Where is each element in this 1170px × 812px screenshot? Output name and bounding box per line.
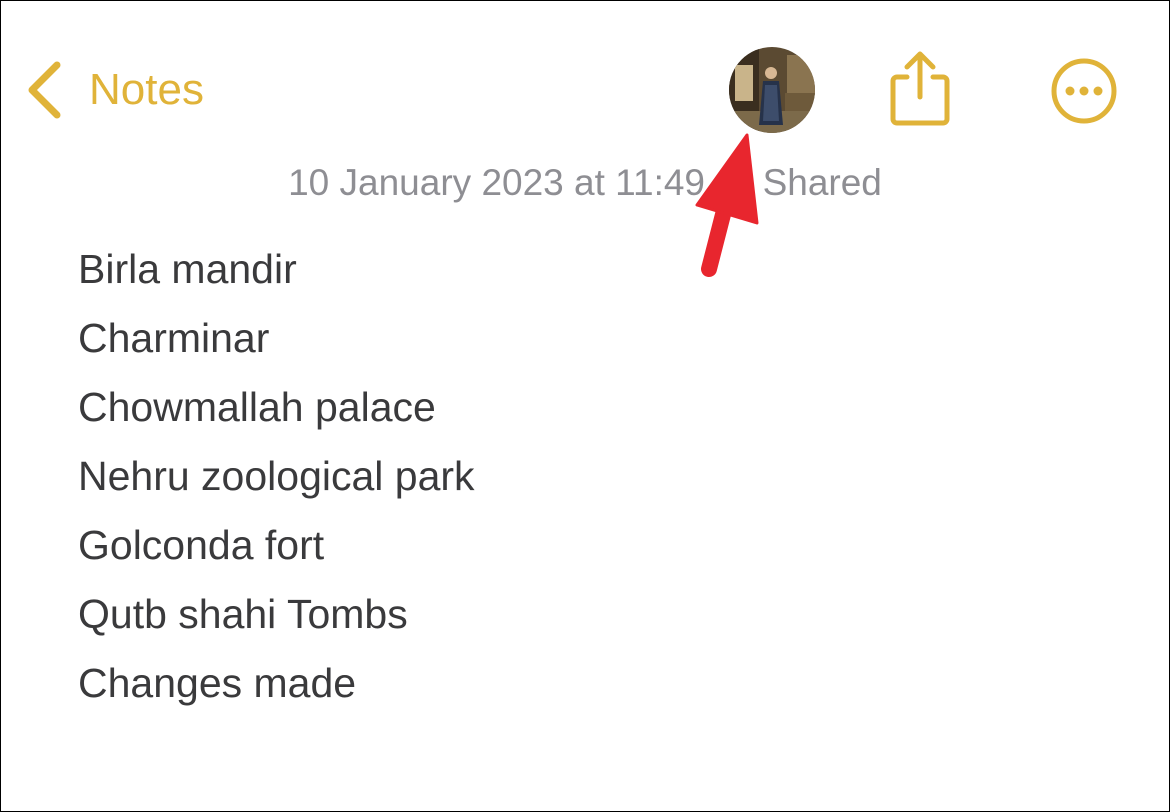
notes-screen: Notes 10 January 2023 at 11:49 — Shared …	[0, 0, 1170, 812]
avatar-icon	[729, 47, 815, 133]
more-button[interactable]	[1051, 58, 1117, 124]
back-label: Notes	[89, 65, 204, 114]
note-line: Birla mandir	[78, 246, 297, 292]
note-line: Changes made	[78, 660, 357, 706]
note-body[interactable]: Birla mandir Charminar Chowmallah palace…	[78, 235, 475, 718]
chevron-left-icon	[25, 61, 63, 119]
note-line: Chowmallah palace	[78, 384, 436, 430]
note-line: Charminar	[78, 315, 270, 361]
ellipsis-circle-icon	[1051, 58, 1117, 124]
collaborator-avatar[interactable]	[729, 47, 815, 133]
red-arrow-icon	[681, 127, 771, 287]
note-line: Qutb shahi Tombs	[78, 591, 408, 637]
share-icon	[890, 51, 950, 126]
note-line: Golconda fort	[78, 522, 325, 568]
back-button[interactable]: Notes	[25, 57, 204, 123]
note-timestamp: 10 January 2023 at 11:49 — Shared	[288, 162, 882, 203]
note-line: Nehru zoological park	[78, 453, 475, 499]
share-button[interactable]	[885, 49, 955, 127]
